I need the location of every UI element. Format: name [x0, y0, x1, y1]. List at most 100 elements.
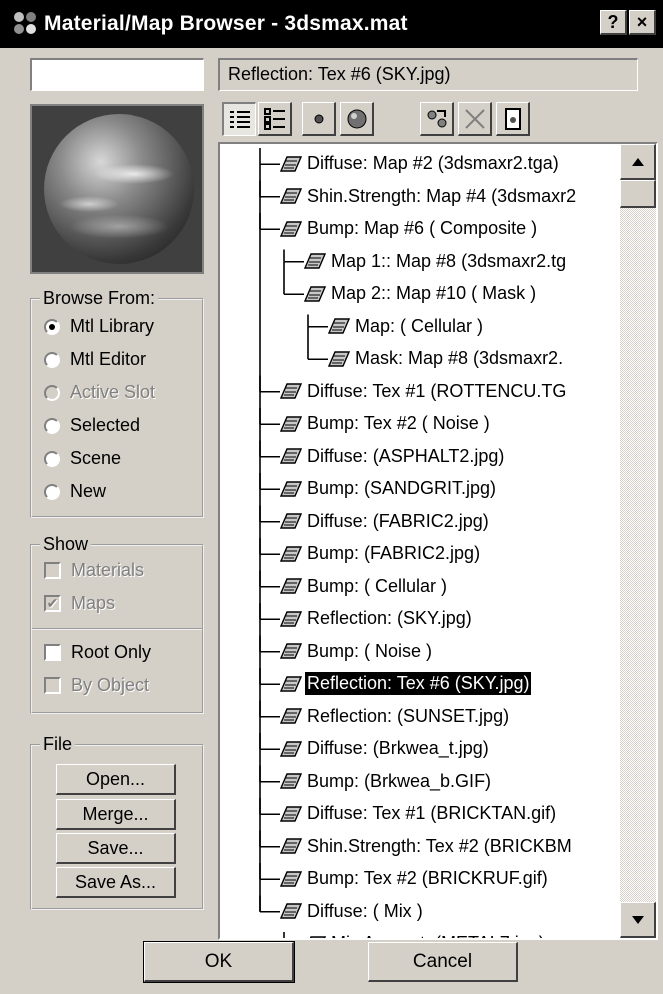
title-bar[interactable]: Material/Map Browser - 3dsmax.mat ? ×	[0, 0, 663, 48]
checkbox[interactable]	[44, 644, 61, 661]
preview-sphere	[44, 114, 194, 264]
radio-selected[interactable]: Selected	[44, 415, 140, 436]
map-icon	[280, 805, 302, 822]
checkbox-root-only[interactable]: Root Only	[44, 642, 151, 663]
tree-item[interactable]: Map 2:: Map #10 ( Mask )	[304, 278, 538, 309]
tree-item[interactable]: Bump: Tex #2 ( Noise )	[280, 408, 492, 439]
help-button[interactable]: ?	[600, 10, 627, 35]
tree-item[interactable]: Mask: Map #8 (3dsmaxr2.	[328, 343, 565, 374]
browse-from-title: Browse From:	[40, 288, 159, 309]
radio-mtl-editor[interactable]: Mtl Editor	[44, 349, 146, 370]
radio-button	[44, 384, 60, 401]
radio-label: Scene	[70, 448, 122, 468]
update-scene-materials-icon[interactable]	[420, 102, 454, 136]
radio-label: Selected	[70, 415, 141, 435]
radio-label: Mtl Editor	[70, 349, 147, 369]
radio-mtl-library[interactable]: Mtl Library	[44, 316, 154, 337]
radio-button[interactable]	[44, 318, 60, 335]
checkbox-materials: Materials	[44, 560, 144, 581]
file-title: File	[40, 734, 76, 755]
map-icon	[280, 513, 302, 529]
map-icon	[280, 220, 302, 237]
close-button[interactable]: ×	[629, 10, 656, 35]
scroll-thumb[interactable]	[620, 180, 656, 208]
tree-item[interactable]: Shin.Strength: Tex #2 (BRICKBM	[280, 831, 574, 862]
tree-item[interactable]: Diffuse: (ASPHALT2.jpg)	[280, 441, 506, 472]
radio-button[interactable]	[44, 450, 60, 467]
radio-button[interactable]	[44, 351, 60, 368]
tree-item[interactable]: Diffuse: (Brkwea_t.jpg)	[280, 733, 491, 764]
radio-button[interactable]	[44, 483, 60, 500]
tree-item[interactable]: Bump: (FABRIC2.jpg)	[280, 538, 482, 569]
map-icon	[280, 480, 302, 497]
tree-item[interactable]: Bump: ( Noise )	[280, 636, 434, 667]
scroll-down-button[interactable]	[620, 902, 656, 938]
checkbox-by-object: By Object	[44, 675, 149, 696]
tree-item[interactable]: Map: ( Cellular )	[328, 311, 485, 342]
radio-new[interactable]: New	[44, 481, 106, 502]
save-button[interactable]: Save...	[56, 833, 176, 864]
delete-from-library-icon[interactable]	[458, 102, 492, 136]
name-field[interactable]	[30, 58, 204, 91]
tree-item[interactable]: Bump: Map #6 ( Composite )	[280, 213, 539, 244]
tree-item-label: Diffuse: (Brkwea_t.jpg)	[307, 738, 489, 758]
radio-button[interactable]	[44, 417, 60, 434]
tree-item[interactable]: Bump: (Brkwea_b.GIF)	[280, 766, 493, 797]
tree-item[interactable]: Diffuse: Map #2 (3dsmaxr2.tga)	[280, 148, 561, 179]
tree-item-label: Shin.Strength: Map #4 (3dsmaxr2	[307, 185, 577, 206]
map-tree-list[interactable]: Diffuse: Map #2 (3dsmaxr2.tga) Shin.Stren…	[218, 142, 658, 940]
merge-button[interactable]: Merge...	[56, 799, 176, 830]
tree-item[interactable]: Shin.Strength: Map #4 (3dsmaxr2	[280, 181, 578, 212]
map-icon	[304, 285, 326, 302]
tree-item-label: Diffuse: (FABRIC2.jpg)	[307, 510, 489, 531]
scroll-up-button[interactable]	[620, 144, 656, 180]
checkbox-label: Materials	[71, 560, 145, 580]
tree-item[interactable]: Bump: Tex #2 (BRICKRUF.gif)	[280, 863, 550, 894]
radio-label: New	[70, 481, 107, 501]
divider	[32, 628, 202, 630]
tree-item-label: Bump: (SANDGRIT.jpg)	[307, 478, 497, 498]
open-button[interactable]: Open...	[56, 764, 176, 795]
tree-item-label: Map 1:: Map #8 (3dsmaxr2.tg	[331, 250, 567, 271]
radio-label: Mtl Library	[70, 316, 155, 336]
ok-button[interactable]: OK	[143, 941, 295, 983]
list-view-icon[interactable]	[222, 102, 256, 136]
map-icon	[309, 935, 326, 938]
tree-item-label: Diffuse: Map #2 (3dsmaxr2.tga)	[307, 153, 559, 173]
tree-item[interactable]: Reflection: Tex #6 (SKY.jpg)	[280, 668, 532, 699]
vertical-scrollbar[interactable]	[620, 144, 656, 938]
small-icons-view-icon[interactable]	[302, 102, 336, 136]
checkbox	[44, 677, 61, 694]
map-icon	[280, 708, 302, 724]
browse-from-group: Browse From: Mtl Library Mtl Editor Acti…	[30, 288, 204, 518]
tree-item[interactable]: Diffuse: ( Mix )	[280, 896, 425, 927]
tree-item[interactable]: Reflection: (SKY.jpg)	[280, 603, 474, 634]
material-map-browser-window: Material/Map Browser - 3dsmax.mat ? × Re…	[0, 0, 663, 994]
current-path-display: Reflection: Tex #6 (SKY.jpg)	[218, 58, 638, 91]
tree-item[interactable]: Mix Amount: (METAL7.jpg)	[304, 928, 547, 938]
save-as-button[interactable]: Save As...	[56, 867, 176, 898]
checkbox: ✔	[44, 595, 61, 612]
map-icon	[280, 155, 302, 172]
tree-item-label: Bump: Tex #2 (BRICKRUF.gif)	[307, 868, 548, 888]
checkbox-label: Maps	[71, 593, 116, 613]
tree-item[interactable]: Diffuse: Tex #1 (ROTTENCU.TG	[280, 376, 568, 407]
map-icon	[280, 448, 302, 464]
tree-item[interactable]: Bump: ( Cellular )	[280, 571, 449, 602]
map-icon	[280, 838, 302, 854]
map-icon	[280, 675, 302, 692]
list-icons-view-icon[interactable]	[258, 102, 292, 136]
large-icons-view-icon[interactable]	[340, 102, 374, 136]
radio-scene[interactable]: Scene	[44, 448, 121, 469]
radio-label: Active Slot	[70, 382, 156, 402]
tree-item[interactable]: Diffuse: (FABRIC2.jpg)	[280, 506, 491, 537]
checkbox	[44, 562, 61, 579]
tree-item-label: Bump: (Brkwea_b.GIF)	[307, 770, 492, 791]
cancel-button[interactable]: Cancel	[368, 942, 518, 982]
clear-library-icon[interactable]	[496, 102, 530, 136]
tree-item[interactable]: Reflection: (SUNSET.jpg)	[280, 701, 511, 732]
tree-item-label: Map: ( Cellular )	[355, 315, 484, 336]
tree-item[interactable]: Map 1:: Map #8 (3dsmaxr2.tg	[304, 246, 568, 277]
tree-item[interactable]: Bump: (SANDGRIT.jpg)	[280, 473, 498, 504]
tree-item[interactable]: Diffuse: Tex #1 (BRICKTAN.gif)	[280, 798, 558, 829]
